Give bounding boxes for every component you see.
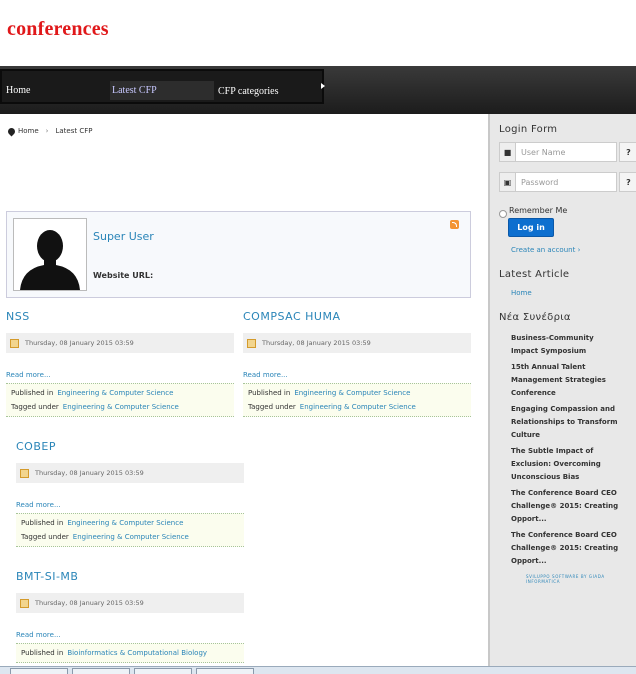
- nav-home[interactable]: Home: [6, 85, 30, 96]
- login-button[interactable]: Log in: [508, 218, 554, 237]
- author-box: Super User Website URL:: [6, 211, 471, 298]
- breadcrumb: Home › Latest CFP: [6, 126, 93, 136]
- conference-link[interactable]: 15th Annual Talent Management Strategies…: [511, 361, 621, 400]
- chevron-right-icon: ›: [577, 246, 581, 254]
- username-field[interactable]: ■ User Name: [499, 142, 617, 162]
- article-card: COMPSAC HUMA Thursday, 08 January 2015 0…: [243, 310, 471, 417]
- read-more-link[interactable]: Read more...: [16, 501, 244, 509]
- software-credit-link[interactable]: SVILUPPO SOFTWARE BY GIADA INFORMATICA: [526, 574, 636, 584]
- tagged-label: Tagged under: [21, 533, 69, 541]
- category-link[interactable]: Engineering & Computer Science: [67, 519, 183, 527]
- tagged-label: Tagged under: [248, 403, 296, 411]
- article-title[interactable]: BMT-SI-MB: [16, 570, 244, 583]
- lock-icon: ▣: [500, 173, 516, 191]
- article-meta: Published in Bioinformatics & Computation…: [16, 643, 244, 663]
- read-more-link[interactable]: Read more...: [243, 371, 471, 379]
- create-account-link[interactable]: Create an account ›: [511, 246, 580, 254]
- password-placeholder: Password: [521, 177, 559, 187]
- published-label: Published in: [21, 519, 64, 527]
- article-date-bar: Thursday, 08 January 2015 03:59: [16, 463, 244, 483]
- tag-link[interactable]: Engineering & Computer Science: [63, 403, 179, 411]
- conference-link[interactable]: The Conference Board CEO Challenge® 2015…: [511, 529, 621, 568]
- conference-link[interactable]: The Conference Board CEO Challenge® 2015…: [511, 487, 621, 526]
- menu-arrow-icon[interactable]: [321, 83, 325, 89]
- latest-article-title: Latest Article: [499, 269, 570, 280]
- nav-cfp-categories[interactable]: CFP categories: [218, 86, 278, 97]
- article-title[interactable]: COMPSAC HUMA: [243, 310, 471, 323]
- taskbar-button[interactable]: [10, 668, 68, 674]
- user-icon: ■: [500, 143, 516, 161]
- pencil-icon: [10, 338, 19, 348]
- tagged-label: Tagged under: [11, 403, 59, 411]
- article-card: NSS Thursday, 08 January 2015 03:59 Read…: [6, 310, 234, 417]
- remember-label: Remember Me: [509, 205, 568, 215]
- pencil-icon: [20, 468, 29, 478]
- article-date: Thursday, 08 January 2015 03:59: [35, 599, 144, 607]
- new-conferences-title: Νέα Συνέδρια: [499, 312, 571, 323]
- author-name[interactable]: Super User: [93, 230, 154, 243]
- article-date: Thursday, 08 January 2015 03:59: [35, 469, 144, 477]
- username-help-icon[interactable]: ?: [619, 142, 636, 162]
- login-form-title: Login Form: [499, 124, 558, 135]
- article-date: Thursday, 08 January 2015 03:59: [262, 339, 371, 347]
- main-menu: Home Latest CFP CFP categories: [0, 69, 325, 104]
- article-card: BMT-SI-MB Thursday, 08 January 2015 03:5…: [16, 570, 244, 663]
- tag-link[interactable]: Engineering & Computer Science: [73, 533, 189, 541]
- latest-article-home-link[interactable]: Home: [511, 289, 532, 297]
- conference-link[interactable]: The Subtle Impact of Exclusion: Overcomi…: [511, 445, 621, 484]
- read-more-link[interactable]: Read more...: [16, 631, 244, 639]
- article-date: Thursday, 08 January 2015 03:59: [25, 339, 134, 347]
- pencil-icon: [247, 338, 256, 348]
- category-link[interactable]: Bioinformatics & Computational Biology: [67, 649, 207, 657]
- article-meta: Published in Engineering & Computer Scien…: [6, 383, 234, 417]
- breadcrumb-home[interactable]: Home: [18, 127, 39, 135]
- category-link[interactable]: Engineering & Computer Science: [294, 389, 410, 397]
- conference-link[interactable]: Business-Community Impact Symposium: [511, 332, 621, 358]
- article-title[interactable]: NSS: [6, 310, 234, 323]
- article-card: COBEP Thursday, 08 January 2015 03:59 Re…: [16, 440, 244, 547]
- conference-link[interactable]: Engaging Compassion and Relationships to…: [511, 403, 621, 442]
- password-help-icon[interactable]: ?: [619, 172, 636, 192]
- article-title[interactable]: COBEP: [16, 440, 244, 453]
- nav-latest-cfp[interactable]: Latest CFP: [110, 81, 214, 100]
- rss-feed-icon[interactable]: [450, 220, 459, 229]
- conference-list: Business-Community Impact Symposium 15th…: [511, 332, 621, 571]
- sidebar: Login Form ■ User Name ? ▣ Password ? Re…: [488, 114, 636, 666]
- published-label: Published in: [11, 389, 54, 397]
- username-placeholder: User Name: [521, 147, 566, 157]
- website-url-label: Website URL:: [93, 271, 154, 280]
- breadcrumb-current: Latest CFP: [55, 127, 93, 135]
- taskbar-button[interactable]: [134, 668, 192, 674]
- location-pin-icon: [6, 126, 17, 136]
- breadcrumb-separator-icon: ›: [45, 127, 49, 135]
- taskbar-button[interactable]: [72, 668, 130, 674]
- published-label: Published in: [248, 389, 291, 397]
- user-silhouette-icon: [14, 219, 86, 290]
- site-logo-text[interactable]: conferences: [7, 18, 109, 41]
- article-date-bar: Thursday, 08 January 2015 03:59: [243, 333, 471, 353]
- tag-link[interactable]: Engineering & Computer Science: [300, 403, 416, 411]
- remember-me[interactable]: Remember Me: [499, 202, 567, 218]
- password-field[interactable]: ▣ Password: [499, 172, 617, 192]
- create-account-label: Create an account: [511, 246, 576, 254]
- remember-checkbox[interactable]: [499, 210, 507, 218]
- taskbar-button[interactable]: [196, 668, 254, 674]
- article-date-bar: Thursday, 08 January 2015 03:59: [16, 593, 244, 613]
- taskbar: [0, 666, 636, 674]
- article-date-bar: Thursday, 08 January 2015 03:59: [6, 333, 234, 353]
- article-meta: Published in Engineering & Computer Scien…: [16, 513, 244, 547]
- published-label: Published in: [21, 649, 64, 657]
- pencil-icon: [20, 598, 29, 608]
- read-more-link[interactable]: Read more...: [6, 371, 234, 379]
- category-link[interactable]: Engineering & Computer Science: [57, 389, 173, 397]
- author-avatar: [13, 218, 87, 291]
- article-meta: Published in Engineering & Computer Scien…: [243, 383, 471, 417]
